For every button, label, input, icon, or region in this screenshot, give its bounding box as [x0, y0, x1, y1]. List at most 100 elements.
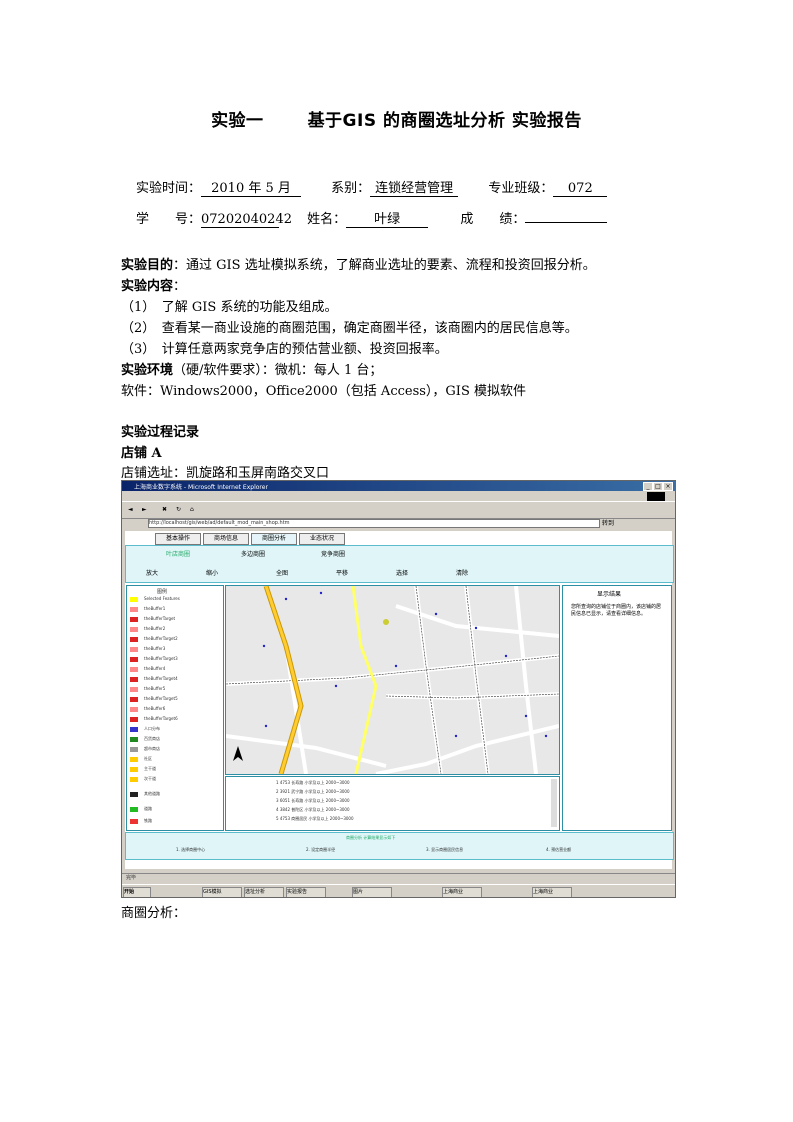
name-label: 姓名：: [307, 212, 347, 227]
analysis-bar-title: 商圈分析 计算结果显示如下: [346, 835, 396, 840]
meta-row-2: 学 号：07202040242 姓名： 叶绿 成 绩：: [136, 208, 608, 228]
step-1[interactable]: 1. 选择商圈中心: [176, 847, 205, 853]
store-a-marker[interactable]: [383, 619, 389, 625]
legend-item: theBufferTarget3: [130, 656, 178, 662]
browser-toolbar: ◄ ► ✖ ↻ ⌂: [122, 501, 675, 519]
sub-navigation: 叶店商圈 多边商圈 竞争商圈 放大 缩小 全图 平移 选择 清除: [125, 545, 674, 583]
start-button[interactable]: 开始: [123, 887, 151, 897]
subnav-link-3[interactable]: 竞争商圈: [321, 549, 345, 558]
legend-title: 图例: [157, 589, 168, 595]
home-icon[interactable]: ⌂: [190, 506, 194, 513]
taskbar-item[interactable]: 图片: [352, 887, 392, 897]
legend-item: 百货商店: [130, 736, 160, 742]
id-label: 学 号：: [136, 212, 202, 227]
subnav-link-2[interactable]: 多边商圈: [241, 549, 265, 558]
address-bar: http://localhost/gis/web/ad/default_mod_…: [122, 518, 675, 528]
menu-bar: [122, 492, 675, 501]
result-title: 显示结果: [597, 591, 622, 598]
result-text: 您所查询的店铺位于商圈内，该店铺的居民信息已显示，请查看详细信息。: [571, 604, 662, 617]
legend-item: theBuffer2: [130, 626, 165, 632]
zoom-in-tool[interactable]: 放大: [146, 568, 158, 577]
status-bar: 完毕: [122, 873, 675, 884]
subnav-link-1[interactable]: 叶店商圈: [166, 549, 190, 558]
legend-item: theBufferTarget2: [130, 636, 178, 642]
taskbar-item[interactable]: 实验报告: [286, 887, 326, 897]
store-site: 店铺选址：凯旋路和玉屏南路交叉口: [121, 466, 330, 481]
step-3[interactable]: 3. 显示商圈居民信息: [426, 847, 463, 853]
legend-item: theBuffer3: [130, 646, 165, 652]
page-title: 实验一 基于GIS 的商圈选址分析 实验报告: [211, 111, 582, 131]
table-row: 2 3921 武宁路 小学及以上 2000~3000: [276, 789, 350, 794]
resident-table: 1 4753 长寿路 小学及以上 2000~3000 2 3921 武宁路 小学…: [225, 776, 560, 831]
class-label: 专业班级：: [488, 181, 554, 196]
taskbar-item[interactable]: 上海商业: [532, 887, 572, 897]
ie-logo-icon: [647, 492, 665, 501]
pan-tool[interactable]: 平移: [336, 568, 348, 577]
legend-item: 次干道: [130, 776, 156, 782]
step-2[interactable]: 2. 设定商圈半径: [306, 847, 335, 853]
software: 软件：Windows2000，Office2000（包括 Access），GIS…: [121, 384, 526, 399]
analysis-bar: 商圈分析 计算结果显示如下 1. 选择商圈中心 2. 设定商圈半径 3. 显示商…: [125, 832, 674, 860]
target-road-line: [351, 585, 378, 775]
tab-store-info[interactable]: 商场信息: [203, 533, 249, 545]
content-item-3: （3） 计算任意两家竞争店的预估营业额、投资回报率。: [121, 342, 448, 357]
time-label: 实验时间：: [136, 181, 202, 196]
process-heading: 实验过程记录: [121, 425, 200, 440]
tab-trade-area[interactable]: 商圈分析: [251, 533, 297, 545]
taskbar-item[interactable]: 上海商业: [442, 887, 482, 897]
map-view[interactable]: [225, 585, 560, 776]
window-title: 上海商业数字系统 - Microsoft Internet Explorer: [134, 484, 268, 491]
legend-item: 其他道路: [130, 791, 160, 797]
legend-item: theBufferTarget5: [130, 696, 178, 702]
score-value: [525, 222, 608, 223]
legend-item: 社区: [130, 756, 152, 762]
forward-icon[interactable]: ►: [142, 506, 147, 513]
class-value: 072: [553, 181, 608, 197]
purpose: 实验目的：通过 GIS 选址模拟系统，了解商业选址的要素、流程和投资回报分析。: [121, 258, 596, 273]
refresh-icon[interactable]: ↻: [176, 506, 181, 513]
taskbar-item[interactable]: 选址分析: [244, 887, 284, 897]
table-row: 3 6051 长寿路 小学及以上 2000~3000: [276, 798, 350, 803]
legend-item: theBuffer1: [130, 606, 165, 612]
go-button[interactable]: 转到: [602, 518, 614, 527]
north-arrow-icon: [233, 746, 243, 761]
tab-business[interactable]: 业态状况: [299, 533, 345, 545]
content-item-2: （2） 查看某一商业设施的商圈范围，确定商圈半径，该商圈内的居民信息等。: [121, 321, 578, 336]
clear-tool[interactable]: 清除: [456, 568, 468, 577]
analysis-heading: 商圈分析：: [121, 906, 187, 921]
table-row: 5 4753 商圈居民 小学及以上 2000~3000: [276, 816, 354, 821]
address-input[interactable]: http://localhost/gis/web/ad/default_mod_…: [148, 519, 600, 528]
step-4[interactable]: 4. 预估营业额: [546, 847, 571, 853]
table-row: 1 4753 长寿路 小学及以上 2000~3000: [276, 780, 350, 785]
legend-item: theBufferTarget4: [130, 676, 178, 682]
name-value: 叶绿: [346, 208, 429, 228]
legend-item: 主干道: [130, 766, 156, 772]
id-value: 07202040242: [201, 212, 292, 228]
minimize-button[interactable]: _: [643, 482, 653, 491]
back-icon[interactable]: ◄: [128, 506, 133, 513]
map-legend: 图例 Selected Features theBuffer1 theBuffe…: [126, 585, 224, 831]
legend-item: theBufferTarget: [130, 616, 175, 622]
window-titlebar: 上海商业数字系统 - Microsoft Internet Explorer _…: [122, 481, 675, 491]
table-scrollbar[interactable]: [551, 779, 557, 827]
close-button[interactable]: ×: [663, 482, 673, 491]
legend-item: theBuffer5: [130, 686, 165, 692]
taskbar-item[interactable]: GIS模拟: [202, 887, 242, 897]
content-item-1: （1） 了解 GIS 系统的功能及组成。: [121, 300, 338, 315]
select-tool[interactable]: 选择: [396, 568, 408, 577]
legend-item: theBuffer6: [130, 706, 165, 712]
store-heading: 店铺 A: [121, 446, 162, 461]
tab-basic[interactable]: 基本操作: [155, 533, 201, 545]
legend-item: theBufferTarget6: [130, 716, 178, 722]
maximize-button[interactable]: □: [653, 482, 663, 491]
street-map: [225, 585, 560, 776]
result-panel: 显示结果 您所查询的店铺位于商圈内，该店铺的居民信息已显示，请查看详细信息。: [562, 585, 672, 831]
legend-item: 人口分布: [130, 726, 160, 732]
status-text: 完毕: [126, 875, 137, 881]
stop-icon[interactable]: ✖: [162, 506, 167, 513]
zoom-out-tool[interactable]: 缩小: [206, 568, 218, 577]
legend-item: Selected Features: [130, 596, 180, 602]
full-extent-tool[interactable]: 全图: [276, 568, 288, 577]
gis-screenshot: 上海商业数字系统 - Microsoft Internet Explorer _…: [121, 480, 676, 898]
legend-item: 道路: [130, 806, 152, 812]
